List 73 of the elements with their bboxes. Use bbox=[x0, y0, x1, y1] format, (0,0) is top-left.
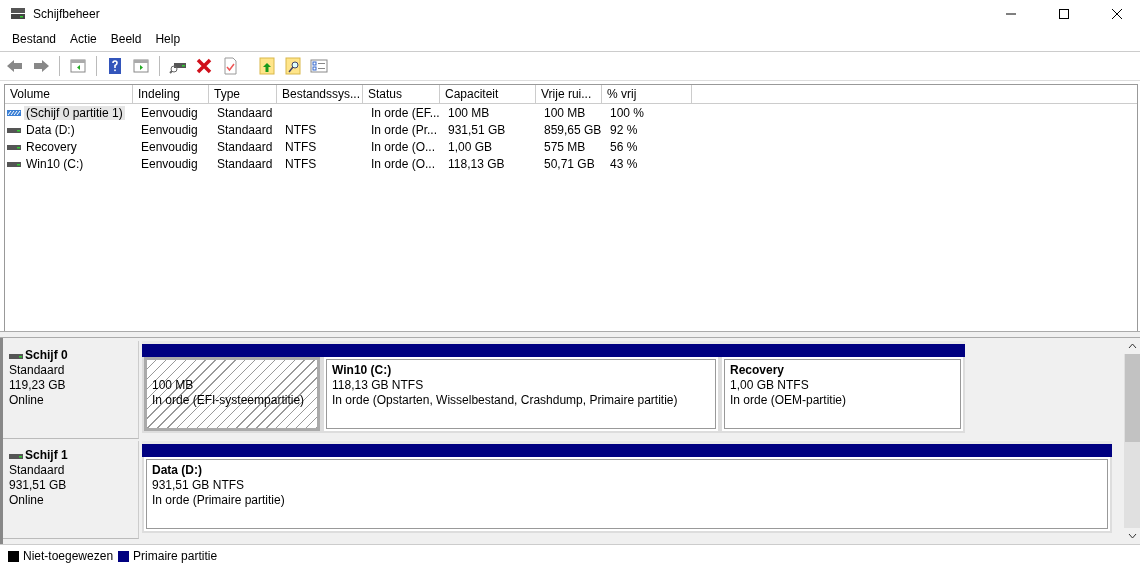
partition-size: 1,00 GB NTFS bbox=[730, 378, 810, 393]
volume-name[interactable]: Data (D:) bbox=[24, 122, 77, 137]
disk-label-panel[interactable]: Schijf 0 Standaard 119,23 GB Online bbox=[3, 341, 139, 439]
table-cell-text: Standaard bbox=[216, 105, 274, 120]
partition-name: Win10 (C:) bbox=[332, 363, 393, 378]
partition-name: Data (D:) bbox=[152, 463, 203, 478]
volume-name[interactable]: (Schijf 0 partitie 1) bbox=[24, 105, 125, 120]
disk-type: Standaard bbox=[9, 463, 66, 478]
folder-up-icon[interactable] bbox=[256, 55, 278, 77]
partition-status: In orde (Primaire partitie) bbox=[152, 493, 286, 508]
disk-management-icon bbox=[10, 6, 26, 21]
volume-name[interactable]: Recovery bbox=[24, 139, 79, 154]
table-cell-text: NTFS bbox=[284, 139, 318, 154]
partition-status: In orde (OEM-partitie) bbox=[730, 393, 848, 408]
partition-status: In orde (Opstarten, Wisselbestand, Crashdump, Primaire partitie) bbox=[332, 393, 679, 408]
table-cell-text: 100 MB bbox=[447, 105, 491, 120]
disk-size: 119,23 GB bbox=[9, 378, 67, 393]
partition-size: 100 MB bbox=[152, 378, 195, 393]
table-cell-text: 859,65 GB bbox=[543, 122, 603, 137]
menu-item[interactable]: Help bbox=[148, 32, 188, 46]
disk-name: Schijf 1 bbox=[25, 448, 68, 463]
legend-label: Niet-toegewezen bbox=[23, 549, 114, 563]
table-cell-text: Eenvoudig bbox=[140, 156, 199, 171]
table-cell-text: In orde (Pr... bbox=[370, 122, 439, 137]
scrollbar-thumb[interactable] bbox=[1124, 354, 1140, 442]
disk-name: Schijf 0 bbox=[25, 348, 68, 363]
menu-item[interactable]: Actie bbox=[63, 32, 104, 46]
table-cell-text: 56 % bbox=[609, 139, 639, 154]
splitter[interactable] bbox=[0, 331, 1140, 338]
legend-label: Primaire partitie bbox=[133, 549, 218, 563]
folder-search-icon[interactable] bbox=[282, 55, 304, 77]
partition-block[interactable]: Data (D:) 931,51 GB NTFS In orde (Primaire partitie) bbox=[142, 444, 1112, 533]
scroll-down-icon[interactable] bbox=[1124, 528, 1140, 544]
disk-status: Online bbox=[9, 393, 45, 408]
disk-size: 931,51 GB bbox=[9, 478, 68, 493]
table-cell-text: 50,71 GB bbox=[543, 156, 596, 171]
partition-status: In orde (EFI-systeempartitie) bbox=[152, 393, 306, 408]
scroll-up-icon[interactable] bbox=[1124, 338, 1140, 354]
scrollbar[interactable] bbox=[1124, 338, 1140, 544]
menu-item[interactable]: Beeld bbox=[103, 32, 149, 46]
table-cell-text: NTFS bbox=[284, 156, 318, 171]
table-cell-text: 43 % bbox=[609, 156, 639, 171]
partition-block[interactable]: Win10 (C:) 118,13 GB NTFS In orde (Opstarten, Wisselbestand, Crashdump, Primaire partitie) bbox=[322, 344, 720, 433]
table-cell-text: 92 % bbox=[609, 122, 639, 137]
table-cell-text: 118,13 GB bbox=[447, 156, 506, 171]
table-cell-text: Eenvoudig bbox=[140, 139, 199, 154]
table-cell-text: 1,00 GB bbox=[447, 139, 494, 154]
table-cell-text: Standaard bbox=[216, 139, 274, 154]
table-cell-text: In orde (O... bbox=[370, 156, 437, 171]
disk-type: Standaard bbox=[9, 363, 66, 378]
partition-size: 931,51 GB NTFS bbox=[152, 478, 246, 493]
table-cell-text: 100 MB bbox=[543, 105, 587, 120]
table-cell-text: Eenvoudig bbox=[140, 122, 199, 137]
table-cell-text: 575 MB bbox=[543, 139, 587, 154]
partition-name: Recovery bbox=[730, 363, 786, 378]
disk-label-panel[interactable]: Schijf 1 Standaard 931,51 GB Online bbox=[3, 441, 139, 539]
table-cell-text: 931,51 GB bbox=[447, 122, 507, 137]
table-cell-text: In orde (O... bbox=[370, 139, 437, 154]
table-cell-text: 100 % bbox=[609, 105, 646, 120]
maximize-icon[interactable] bbox=[1058, 7, 1070, 20]
table-cell-text: Standaard bbox=[216, 122, 274, 137]
table-cell-text: NTFS bbox=[284, 122, 318, 137]
partition-block[interactable]: Recovery 1,00 GB NTFS In orde (OEM-partitie) bbox=[720, 344, 965, 433]
partition-size: 118,13 GB NTFS bbox=[332, 378, 425, 393]
window-title: Schijfbeheer bbox=[33, 6, 101, 21]
close-icon[interactable] bbox=[1111, 7, 1123, 20]
volume-name[interactable]: Win10 (C:) bbox=[24, 156, 86, 171]
table-cell-text: Eenvoudig bbox=[140, 105, 199, 120]
table-cell-text: Standaard bbox=[216, 156, 274, 171]
partition-block[interactable]: 100 MB In orde (EFI-systeempartitie) bbox=[142, 344, 322, 433]
disk-status: Online bbox=[9, 493, 45, 508]
menu-item[interactable]: Bestand bbox=[5, 32, 64, 46]
table-cell-text: In orde (EF... bbox=[370, 105, 441, 120]
